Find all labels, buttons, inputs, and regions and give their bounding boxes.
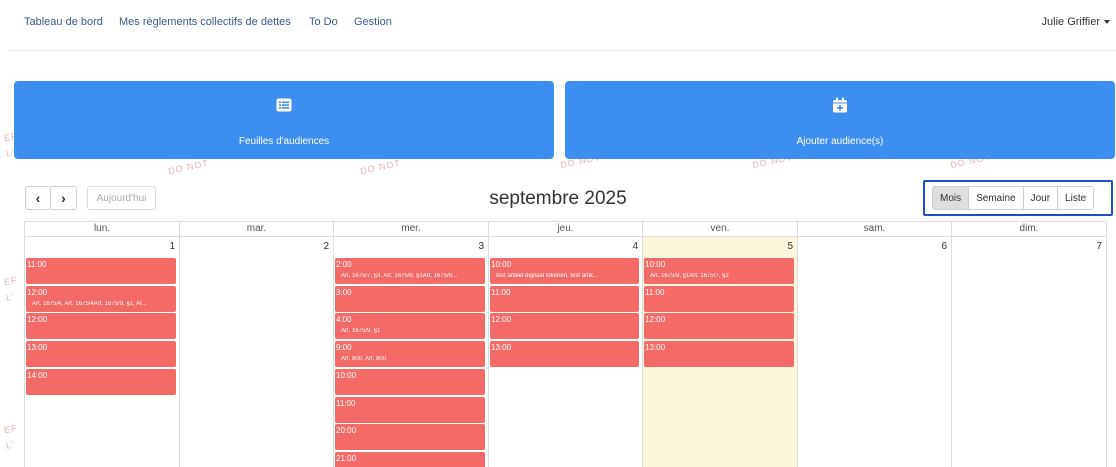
calendar-event[interactable]: 13:00: [644, 341, 794, 367]
event-time: 11:00: [491, 288, 511, 297]
calendar-grid: lun. 1 11:00 12:00 Art. 1675/4, Art. 1675/4A…: [24, 221, 1107, 467]
event-time: 12:00: [645, 315, 666, 324]
event-time: 12:00: [27, 315, 48, 324]
hearing-sheets-button[interactable]: Feuilles d'audiences: [14, 81, 554, 159]
calendar-event[interactable]: 10:00: [335, 369, 485, 395]
day-cell[interactable]: 2: [180, 237, 334, 467]
event-time: 10:00: [336, 371, 357, 380]
event-time: 11:00: [645, 288, 665, 297]
nav-link-todo[interactable]: To Do: [309, 16, 338, 28]
day-cell[interactable]: 4 10:00 test artikel digitaal tokenen, tes…: [489, 237, 643, 467]
user-name: Julie Griffier: [1041, 16, 1100, 28]
list-icon: [276, 98, 292, 112]
calendar-event[interactable]: 10:00 test artikel digitaal tokenen, test…: [490, 258, 639, 284]
event-time: 11:00: [336, 399, 356, 408]
day-cell[interactable]: 3 2:00 Art. 1675/7, §3, Art. 1675/9, §1Art…: [334, 237, 489, 467]
day-number[interactable]: 4: [632, 241, 638, 252]
day-number[interactable]: 6: [941, 241, 947, 252]
event-time: 11:00: [27, 260, 47, 269]
event-time: 2:00: [336, 260, 352, 269]
calendar-event[interactable]: 4:00 Art. 1675/9, §1: [335, 313, 485, 339]
calendar-event[interactable]: 9:00 Art. 800, Art. 800: [335, 341, 485, 367]
calendar-event[interactable]: 11:00: [26, 258, 176, 284]
hearing-sheets-label: Feuilles d'audiences: [238, 136, 330, 147]
day-number[interactable]: 3: [478, 241, 484, 252]
view-month-button[interactable]: Mois: [933, 187, 969, 209]
top-navbar: Tableau de bord Mes règlements collectif…: [0, 0, 1116, 44]
day-number[interactable]: 5: [787, 241, 793, 252]
calendar-event[interactable]: 21:00: [335, 452, 485, 467]
calendar-plus-icon: [833, 97, 847, 113]
calendar-event[interactable]: 11:00: [644, 286, 794, 312]
event-title: test artikel digitaal tokenen, test arti…: [496, 273, 599, 279]
event-time: 10:00: [645, 260, 666, 269]
watermark-fragment: L': [5, 439, 16, 451]
calendar-event[interactable]: 12:00: [490, 313, 639, 339]
watermark-fragment: L': [5, 291, 16, 303]
calendar-event[interactable]: 11:00: [490, 286, 639, 312]
event-time: 13:00: [491, 343, 512, 352]
weekday-header: mar.: [180, 222, 334, 237]
event-time: 13:00: [27, 343, 48, 352]
calendar-event[interactable]: 10:00 Art. 1675/9, §1Art. 1675/7, §2: [644, 258, 794, 284]
calendar-event[interactable]: 12:00 Art. 1675/4, Art. 1675/4Art. 1675/9…: [26, 286, 176, 312]
view-switcher: Mois Semaine Jour Liste: [932, 186, 1095, 210]
event-time: 12:00: [491, 315, 512, 324]
calendar-event[interactable]: 3:00: [335, 286, 485, 312]
event-time: 14:00: [27, 371, 48, 380]
nav-link-management[interactable]: Gestion: [354, 16, 392, 28]
day-number[interactable]: 2: [323, 241, 329, 252]
nav-link-dashboard[interactable]: Tableau de bord: [24, 16, 103, 28]
weekday-header: sam.: [798, 222, 952, 237]
watermark: DO NOT: [359, 157, 402, 177]
calendar-event[interactable]: 14:00: [26, 369, 176, 395]
nav-link-collective-debt[interactable]: Mes règlements collectifs de dettes: [119, 16, 291, 28]
add-hearing-button[interactable]: Ajouter audience(s): [565, 81, 1115, 159]
event-time: 10:00: [491, 260, 512, 269]
calendar-event[interactable]: 13:00: [490, 341, 639, 367]
calendar-event[interactable]: 12:00: [644, 313, 794, 339]
watermark-fragment: EF: [3, 274, 19, 288]
weekday-header: ven.: [643, 222, 798, 237]
event-title: Art. 1675/4, Art. 1675/4Art. 1675/9, §1,…: [32, 301, 147, 307]
watermark: DO NOT: [167, 157, 210, 177]
event-title: Art. 1675/9, §1: [341, 328, 381, 334]
weekday-header: mer.: [334, 222, 489, 237]
weekday-header: jeu.: [489, 222, 643, 237]
user-menu[interactable]: Julie Griffier: [1042, 16, 1110, 28]
day-cell[interactable]: 1 11:00 12:00 Art. 1675/4, Art. 1675/4Art. …: [25, 237, 180, 467]
event-time: 21:00: [336, 454, 357, 463]
weekday-header: dim.: [952, 222, 1107, 237]
day-number[interactable]: 1: [169, 241, 175, 252]
event-title: Art. 1675/9, §1Art. 1675/7, §2: [650, 273, 729, 279]
watermark-fragment: EF: [3, 422, 19, 436]
nav-divider: [8, 50, 1116, 51]
calendar-event[interactable]: 11:00: [335, 397, 485, 423]
event-time: 13:00: [645, 343, 666, 352]
day-number[interactable]: 7: [1096, 241, 1102, 252]
day-cell[interactable]: 5 10:00 Art. 1675/9, §1Art. 1675/7, §2 11:0…: [643, 237, 798, 467]
weekday-header: lun.: [25, 222, 180, 237]
event-time: 20:00: [336, 426, 357, 435]
calendar-event[interactable]: 20:00: [335, 424, 485, 450]
view-list-button[interactable]: Liste: [1057, 187, 1094, 209]
event-time: 12:00: [27, 288, 48, 297]
event-time: 4:00: [336, 315, 352, 324]
event-time: 3:00: [336, 288, 352, 297]
calendar-event[interactable]: 2:00 Art. 1675/7, §3, Art. 1675/9, §1Art.…: [335, 258, 485, 284]
day-cell[interactable]: 6: [798, 237, 952, 467]
calendar-event[interactable]: 13:00: [26, 341, 176, 367]
event-time: 9:00: [336, 343, 352, 352]
event-title: Art. 800, Art. 800: [341, 356, 387, 362]
caret-down-icon: [1104, 20, 1110, 25]
event-title: Art. 1675/7, §3, Art. 1675/9, §1Art. 167…: [341, 273, 458, 279]
view-week-button[interactable]: Semaine: [968, 187, 1023, 209]
add-hearing-label: Ajouter audience(s): [796, 136, 884, 147]
day-cell[interactable]: 7: [952, 237, 1107, 467]
view-day-button[interactable]: Jour: [1022, 187, 1058, 209]
calendar-event[interactable]: 12:00: [26, 313, 176, 339]
